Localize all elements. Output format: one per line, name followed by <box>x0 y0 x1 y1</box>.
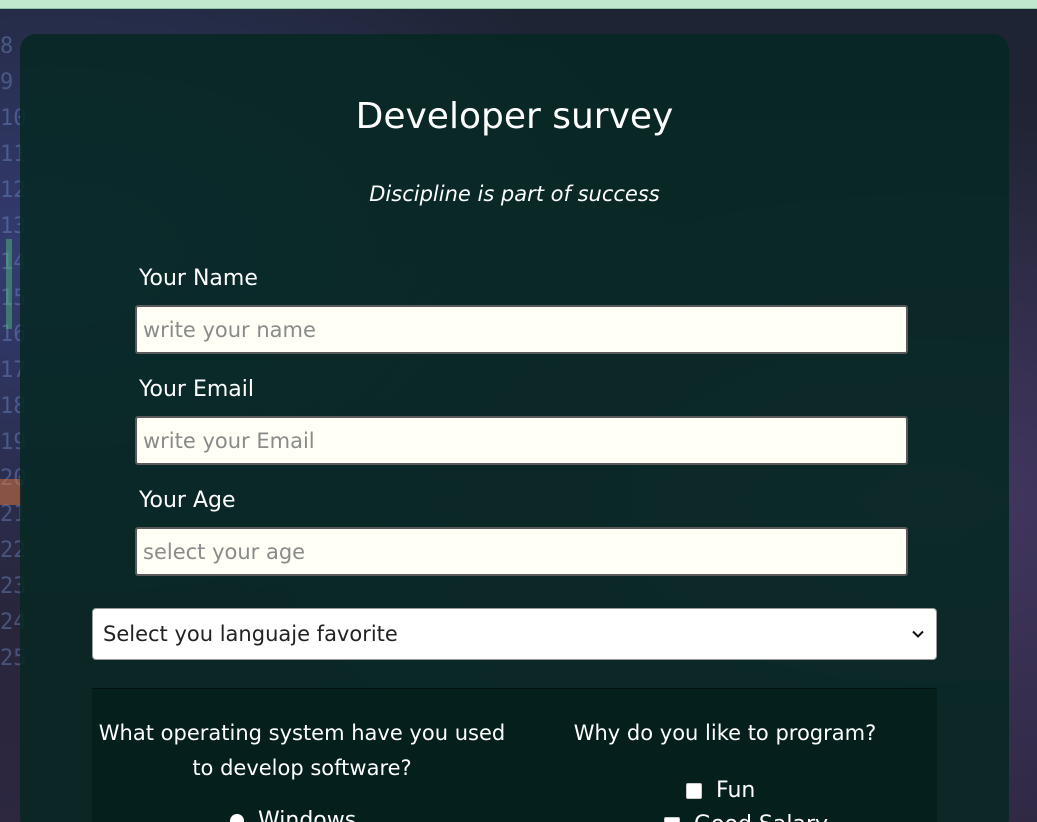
radio-button[interactable] <box>230 813 244 822</box>
language-select-value: Select you languaje favorite <box>103 622 398 646</box>
age-label: Your Age <box>139 488 236 513</box>
os-option-windows[interactable]: Windows <box>230 808 356 822</box>
why-question-text: Why do you like to program? <box>573 721 877 745</box>
os-option-label: Windows <box>258 808 357 822</box>
checkbox[interactable] <box>686 782 702 799</box>
why-option-fun[interactable]: Fun <box>686 778 755 803</box>
language-select[interactable]: Select you languaje favorite <box>92 608 937 660</box>
why-option-label: Good Salary <box>694 812 828 822</box>
why-option-label: Fun <box>716 778 756 803</box>
os-question-text: What operating system have you used to d… <box>98 721 506 780</box>
name-input[interactable] <box>135 305 908 354</box>
email-input[interactable] <box>135 416 908 465</box>
page-title: Developer survey <box>355 96 674 137</box>
page-subtitle: Discipline is part of success <box>369 182 660 206</box>
email-label: Your Email <box>139 377 254 402</box>
age-input[interactable] <box>135 527 908 576</box>
why-option-good-salary[interactable]: Good Salary <box>664 812 828 822</box>
checkbox[interactable] <box>664 816 680 822</box>
browser-top-bar <box>0 0 1037 9</box>
name-label: Your Name <box>139 266 258 291</box>
chevron-down-icon <box>912 630 924 638</box>
